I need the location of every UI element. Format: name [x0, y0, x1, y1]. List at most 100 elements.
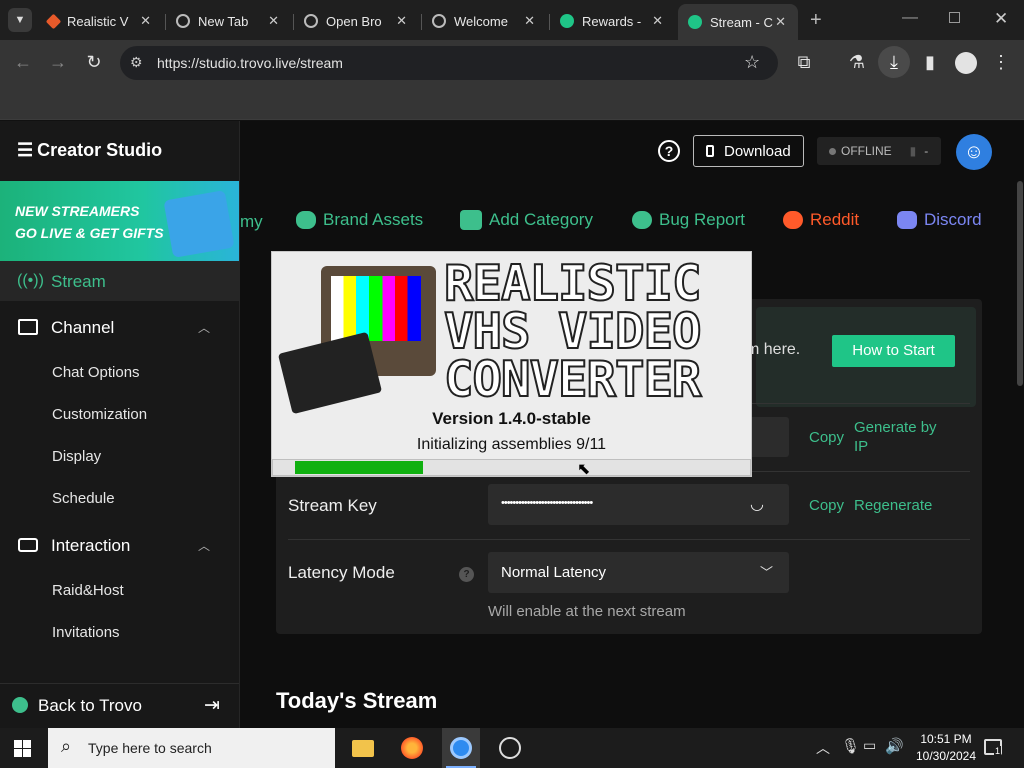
user-avatar[interactable]: ☺	[956, 134, 992, 170]
reload-icon[interactable]: ↻	[83, 52, 105, 74]
top-nav-partial-label[interactable]: my	[240, 212, 263, 232]
clock-date[interactable]: 10/30/2024	[908, 749, 984, 763]
notification-center-icon[interactable]: 1	[984, 739, 1002, 756]
aperture-icon	[304, 14, 318, 28]
reveal-eye-icon[interactable]: ◡	[750, 494, 764, 514]
tab-close-icon[interactable]: ✕	[268, 13, 279, 29]
chevron-up-icon: ︿	[198, 539, 211, 553]
close-window-button[interactable]: ✕	[994, 9, 1008, 29]
tab-close-icon[interactable]: ✕	[396, 13, 407, 29]
search-icon: ⌕	[61, 736, 72, 756]
sidebar-item-channel[interactable]: Channel ︿	[0, 314, 239, 342]
topnav-brand-assets[interactable]: Brand Assets	[296, 210, 423, 230]
profile-avatar-icon[interactable]	[955, 52, 977, 74]
globe-icon	[176, 14, 190, 28]
tab-stream-active[interactable]: Stream - C ✕	[678, 4, 798, 40]
address-bar[interactable]: ⚙ https://studio.trovo.live/stream ☆	[120, 46, 778, 80]
tab-favicon-icon	[45, 13, 62, 29]
chrome-taskbar-icon[interactable]	[442, 728, 480, 768]
topnav-add-category[interactable]: Add Category	[460, 210, 593, 230]
address-url[interactable]: https://studio.trovo.live/stream	[157, 55, 343, 71]
side-panel-icon[interactable]: ▮	[919, 52, 941, 74]
sidebar-item-raid-host[interactable]: Raid&Host	[52, 582, 124, 599]
minimize-button[interactable]: —	[902, 9, 918, 27]
restore-button[interactable]	[949, 12, 960, 23]
show-hidden-icons-icon[interactable]: ︿	[816, 738, 830, 758]
tab-close-icon[interactable]: ✕	[140, 13, 151, 29]
stream-key-label: Stream Key	[288, 496, 377, 515]
file-explorer-icon[interactable]	[352, 740, 374, 757]
sidebar-item-customization[interactable]: Customization	[52, 406, 147, 423]
browser-tab-strip: ▼ Realistic V ✕ New Tab ✕ Open Bro ✕ Wel…	[0, 0, 1024, 40]
topnav-discord[interactable]: Discord	[897, 210, 982, 230]
logout-icon[interactable]: ⇥	[204, 694, 220, 717]
stream-key-value: ••••••••••••••••••••••••••••••••	[501, 497, 593, 509]
network-icon[interactable]: ▭	[863, 737, 876, 754]
tab-close-icon[interactable]: ✕	[524, 13, 535, 29]
signal-icon: ▮	[909, 144, 917, 158]
sidebar-item-interaction[interactable]: Interaction ︿	[0, 532, 239, 560]
regenerate-key-button[interactable]: Regenerate	[854, 497, 932, 514]
volume-icon[interactable]: 🔊	[885, 737, 904, 755]
sidebar-item-display[interactable]: Display	[52, 448, 101, 465]
vhs-converter-splash: REALISTIC VHS VIDEO CONVERTER Version 1.…	[271, 251, 752, 478]
broadcast-icon: ((•))	[17, 272, 44, 289]
download-button[interactable]: Download	[693, 135, 804, 167]
back-to-trovo-link[interactable]: Back to Trovo ⇥	[0, 689, 239, 725]
tab-close-icon[interactable]: ✕	[775, 14, 786, 30]
sidebar: ☰ Creator Studio NEW STREAMERS GO LIVE &…	[0, 121, 240, 728]
topnav-reddit[interactable]: Reddit	[783, 210, 859, 230]
menu-collapse-icon[interactable]: ☰	[17, 140, 33, 161]
gift-box-icon	[163, 190, 235, 258]
status-dot-icon	[829, 147, 836, 155]
tab-realistic-vhs[interactable]: Realistic V ✕	[38, 6, 163, 36]
stream-key-field[interactable]: •••••••••••••••••••••••••••••••• ◡	[488, 484, 789, 525]
tab-rewards[interactable]: Rewards - ✕	[550, 6, 675, 36]
obs-icon[interactable]	[499, 737, 521, 759]
tab-close-icon[interactable]: ✕	[652, 13, 663, 29]
more-menu-icon[interactable]: ⋮	[990, 52, 1012, 74]
splash-title: REALISTIC VHS VIDEO CONVERTER	[443, 255, 703, 408]
topnav-bug-report[interactable]: Bug Report	[632, 210, 745, 230]
clock-time[interactable]: 10:51 PM	[915, 732, 977, 746]
color-bars	[331, 276, 421, 341]
labs-flask-icon[interactable]: ⚗	[846, 52, 868, 74]
tab-welcome[interactable]: Welcome ✕	[422, 6, 547, 36]
creator-studio-logo[interactable]: ☰ Creator Studio	[17, 140, 257, 161]
trovo-logo-icon	[12, 697, 28, 713]
tab-new-tab[interactable]: New Tab ✕	[166, 6, 291, 36]
sidebar-item-schedule[interactable]: Schedule	[52, 490, 115, 507]
sidebar-item-stream[interactable]: ((•)) Stream	[0, 261, 239, 301]
windows-start-icon[interactable]	[14, 740, 31, 757]
tab-search-button[interactable]: ▼	[8, 8, 32, 32]
chevron-down-icon: ﹀	[760, 565, 774, 580]
bookmark-star-icon[interactable]: ☆	[744, 52, 760, 73]
forward-arrow-icon[interactable]: →	[47, 52, 69, 74]
tab-open-browser[interactable]: Open Bro ✕	[294, 6, 419, 36]
extensions-icon[interactable]: ⧉	[793, 52, 815, 74]
downloads-icon[interactable]: ⤓	[878, 46, 910, 78]
sidebar-item-invitations[interactable]: Invitations	[52, 624, 120, 641]
copy-server-button[interactable]: Copy	[809, 429, 844, 446]
copy-key-button[interactable]: Copy	[809, 497, 844, 514]
play-box-icon	[18, 319, 38, 335]
back-arrow-icon[interactable]: ←	[12, 52, 34, 74]
sidebar-item-chat-options[interactable]: Chat Options	[52, 364, 140, 381]
site-info-icon[interactable]: ⚙	[130, 54, 143, 71]
intro-text: m here.	[746, 341, 801, 358]
vhs-tapes-icon	[277, 331, 383, 415]
generate-by-ip-link[interactable]: Generate by IP	[854, 418, 954, 456]
new-tab-button[interactable]: +	[810, 9, 822, 32]
how-to-start-button[interactable]: How to Start	[832, 335, 955, 367]
latency-help-icon[interactable]: ?	[459, 567, 474, 582]
taskbar-search-box[interactable]: ⌕ Type here to search	[48, 728, 335, 768]
vhs-tv-illustration	[277, 264, 436, 415]
browser-toolbar: ← → ↻ ⚙ https://studio.trovo.live/stream…	[0, 40, 1024, 86]
help-icon[interactable]: ?	[658, 140, 680, 162]
new-streamers-banner[interactable]: NEW STREAMERS GO LIVE & GET GIFTS	[0, 181, 239, 261]
latency-mode-select[interactable]: Normal Latency ﹀	[488, 552, 789, 593]
firefox-icon[interactable]	[401, 737, 423, 759]
page-scrollbar[interactable]	[1017, 181, 1023, 386]
splash-status: Initializing assemblies 9/11	[416, 436, 607, 453]
microphone-icon[interactable]: 🎙	[841, 737, 860, 755]
